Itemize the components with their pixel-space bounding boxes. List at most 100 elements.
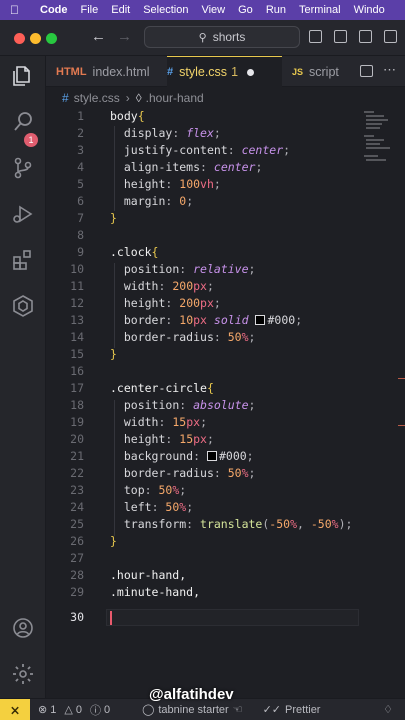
maximize-window-button[interactable]: [46, 33, 57, 44]
code-line: 15}: [46, 347, 359, 364]
command-center-search[interactable]: ⚲ shorts: [144, 26, 300, 48]
search-view-icon[interactable]: [11, 110, 35, 134]
code-editor[interactable]: 1 body{ 2 display: flex; 3 justify-conten…: [46, 109, 405, 698]
minimap[interactable]: [362, 109, 405, 169]
code-line: 25 transform: translate(-50%, -50%);: [46, 517, 359, 534]
unsaved-dot-icon[interactable]: [247, 68, 255, 76]
tabnine-status[interactable]: tabnine starter: [158, 704, 228, 716]
remote-explorer-icon[interactable]: [11, 294, 35, 318]
split-editor-icon[interactable]: [360, 65, 373, 77]
code-token: position: absolute;: [110, 398, 256, 412]
account-icon[interactable]: [11, 616, 35, 640]
code-token: align-items: [123, 160, 201, 174]
activity-bar: 1: [0, 56, 46, 698]
settings-gear-icon[interactable]: [11, 662, 35, 686]
code-token: %: [331, 517, 339, 531]
close-window-button[interactable]: [14, 33, 25, 44]
more-actions-icon[interactable]: ⋯: [383, 62, 396, 78]
error-icon[interactable]: ⊗: [38, 703, 47, 716]
line-number: 24: [70, 500, 84, 514]
code-token: absolute: [193, 398, 249, 412]
line-number: 11: [70, 279, 84, 293]
code-line: 10 position: relative;: [46, 262, 359, 279]
line-number: 13: [70, 313, 84, 327]
line-number: 26: [70, 534, 84, 548]
code-token: border-radius: 50%;: [110, 466, 256, 480]
explorer-icon[interactable]: [11, 64, 35, 88]
explorer-badge: 1: [24, 133, 38, 147]
tab-index-html[interactable]: HTML index.html: [56, 56, 166, 87]
tabnine-icon[interactable]: ◯: [142, 703, 154, 716]
code-token: :: [165, 313, 180, 327]
source-control-icon[interactable]: [11, 156, 35, 180]
breadcrumb-file[interactable]: style.css: [74, 91, 120, 105]
code-token: :: [179, 262, 194, 276]
code-token: :: [158, 279, 173, 293]
prettier-status[interactable]: Prettier: [285, 704, 320, 716]
info-icon[interactable]: ⓘ: [90, 702, 101, 718]
toggle-panel-icon[interactable]: [334, 30, 347, 43]
code-token: :: [179, 398, 194, 412]
extensions-icon[interactable]: [11, 248, 35, 272]
code-line: 22 border-radius: 50%;: [46, 466, 359, 483]
creator-watermark: @alfatihdev: [149, 686, 234, 703]
back-arrow-icon[interactable]: ←: [91, 28, 106, 45]
tab-label: style.css: [179, 65, 228, 79]
line-number: 4: [77, 160, 84, 174]
code-token: .minute-hand,: [110, 585, 200, 599]
code-token: border-radius: [123, 330, 214, 344]
code-token: ;: [248, 262, 256, 276]
code-line: 23 top: 50%;: [46, 483, 359, 500]
info-count[interactable]: 0: [104, 704, 110, 716]
line-number: 9: [77, 245, 84, 259]
line-number: 20: [70, 432, 84, 446]
color-swatch[interactable]: [255, 315, 266, 325]
code-token: margin: [123, 194, 166, 208]
menu-view[interactable]: View: [201, 4, 225, 16]
code-token: );: [338, 517, 353, 531]
forward-arrow-icon[interactable]: →: [117, 28, 132, 45]
code-token: .center-circle{: [110, 381, 214, 395]
menu-edit[interactable]: Edit: [111, 4, 130, 16]
menu-run[interactable]: Run: [266, 4, 286, 16]
code-token: display: [123, 126, 173, 140]
line-number: 23: [70, 483, 84, 497]
menu-selection[interactable]: Selection: [143, 4, 188, 16]
customize-layout-icon[interactable]: [384, 30, 397, 43]
problem-count: 1: [231, 65, 239, 79]
warning-icon[interactable]: △: [64, 703, 72, 716]
double-check-icon[interactable]: ✓✓: [263, 703, 281, 716]
breadcrumb-symbol[interactable]: .hour-hand: [146, 91, 204, 105]
error-count[interactable]: 1: [50, 704, 56, 716]
minimap-line: [366, 143, 380, 145]
toggle-sidebar-icon[interactable]: [309, 30, 322, 43]
warning-count[interactable]: 0: [76, 704, 82, 716]
color-swatch[interactable]: [206, 451, 217, 461]
toggle-secondary-sidebar-icon[interactable]: [359, 30, 372, 43]
tab-script-js[interactable]: JS script: [292, 56, 352, 87]
menu-file[interactable]: File: [81, 4, 99, 16]
minimize-window-button[interactable]: [30, 33, 41, 44]
menu-window[interactable]: Windo: [354, 4, 385, 16]
code-line: 20 height: 15px;: [46, 432, 359, 449]
code-line: 8: [46, 228, 359, 245]
code-line: 7}: [46, 211, 359, 228]
code-token: border: 10px solid #000;: [110, 313, 302, 327]
minimap-line: [366, 123, 382, 125]
code-token: px: [186, 415, 201, 429]
code-token: transform: [123, 517, 187, 531]
code-token: -50: [310, 517, 332, 531]
menu-go[interactable]: Go: [238, 4, 253, 16]
code-token: border-radius: 50%;: [110, 330, 256, 344]
menu-app-name[interactable]: Code: [40, 4, 68, 16]
apple-icon[interactable]: : [10, 3, 28, 17]
code-token: }: [110, 211, 117, 225]
notifications-bell-icon[interactable]: ♢: [383, 703, 393, 716]
menu-terminal[interactable]: Terminal: [299, 4, 341, 16]
tab-style-css[interactable]: # style.css 1: [167, 56, 282, 87]
run-debug-icon[interactable]: [11, 202, 35, 226]
line-number: 8: [77, 228, 84, 242]
code-token: center: [241, 143, 284, 157]
remote-indicator-icon[interactable]: ⨯: [0, 698, 30, 720]
symbol-icon: ◊: [135, 91, 142, 105]
